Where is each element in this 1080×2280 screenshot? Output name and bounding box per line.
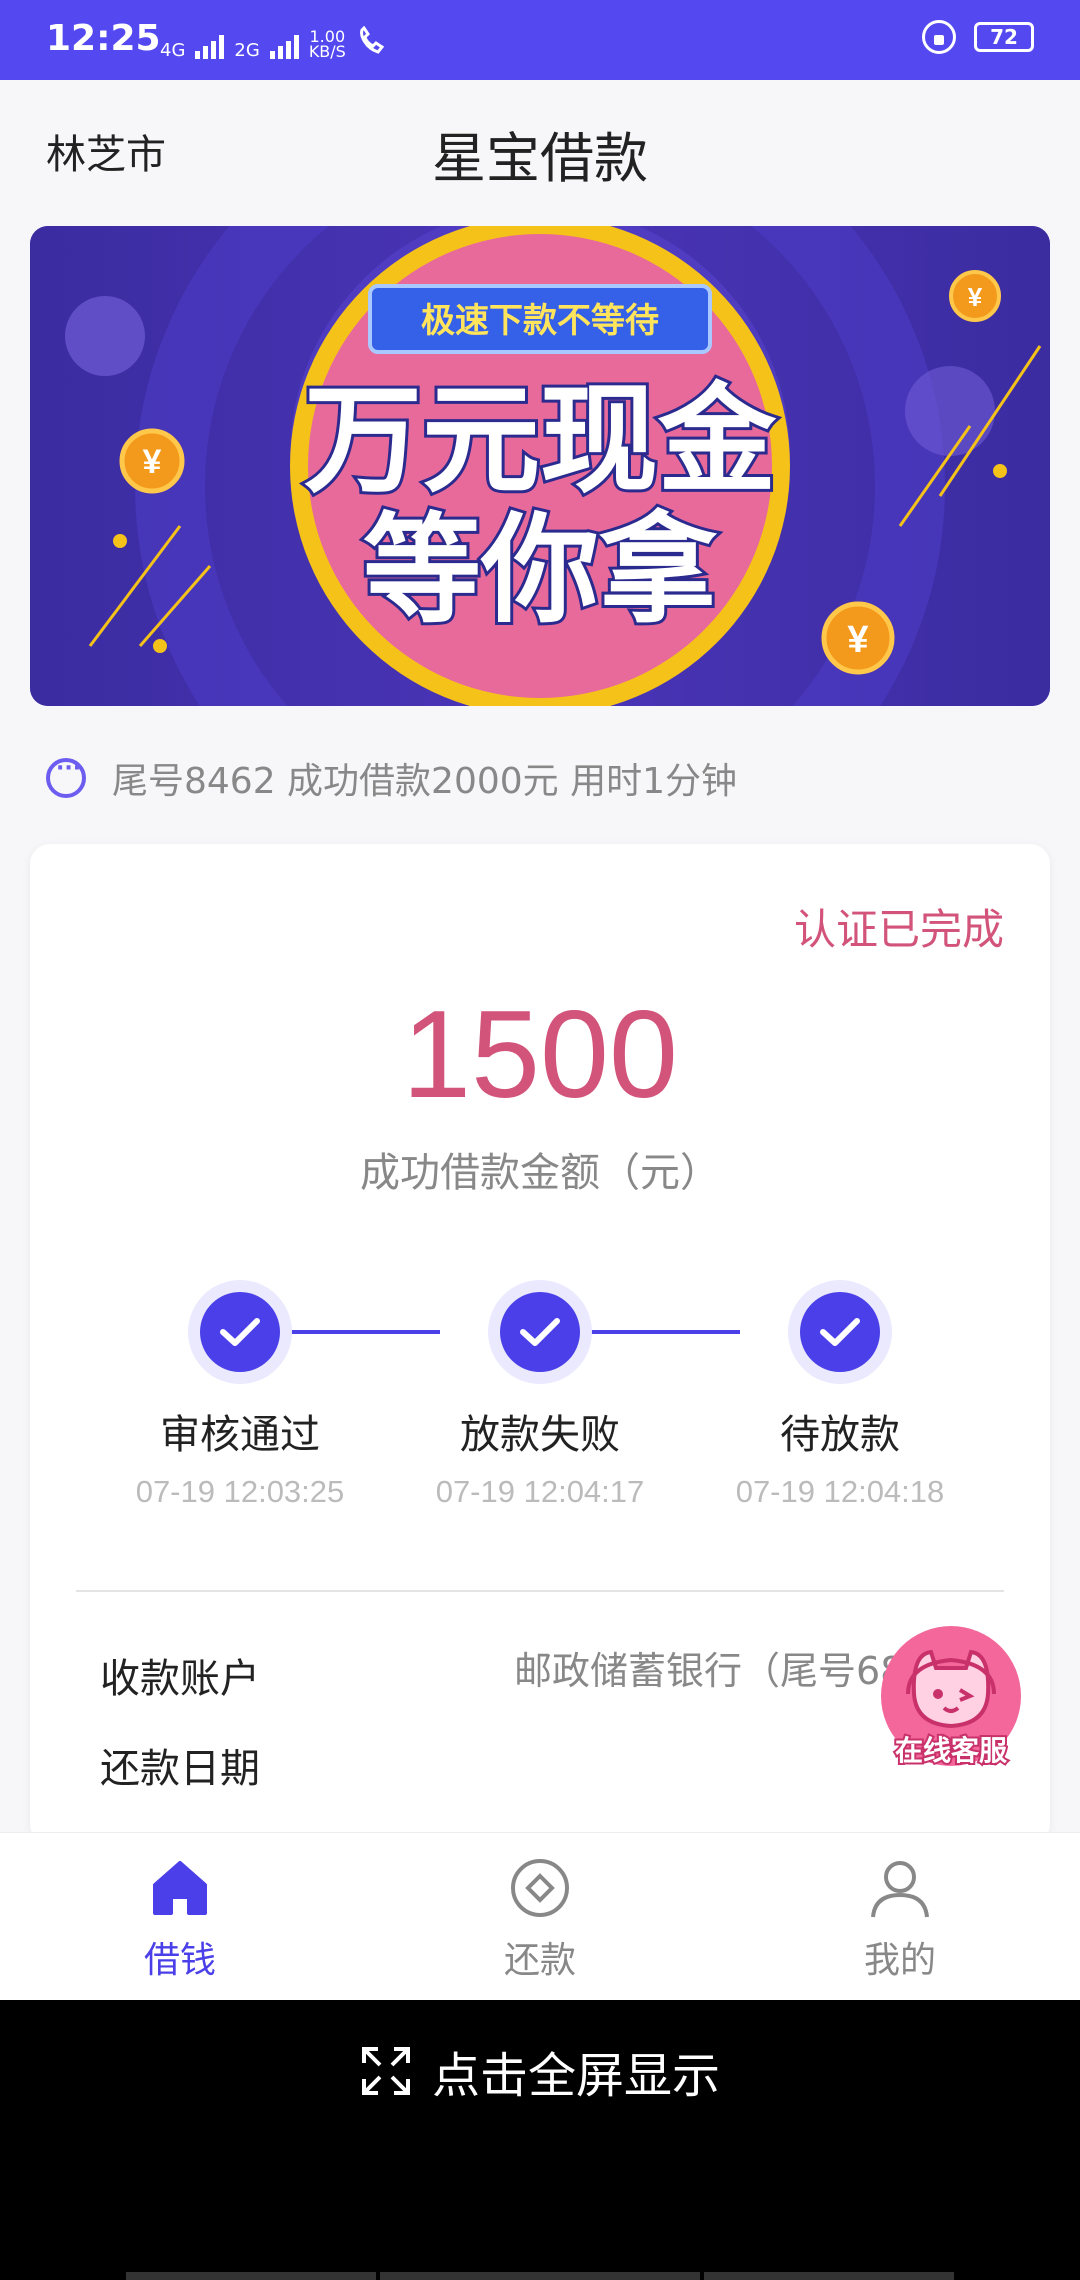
banner-deco-dot-2 [153, 639, 167, 653]
banner-deco-dot [113, 534, 127, 548]
network-indicators: 4G 2G 1.00 KB/S [160, 25, 390, 61]
loan-amount: 1500 [402, 986, 678, 1124]
coin-icon-2: ¥ [949, 270, 1001, 322]
step-review: 审核通过 07-19 12:03:25 [90, 1280, 390, 1510]
app-header: 林芝市 星宝借款 [0, 80, 1080, 220]
tab-label: 我的 [863, 1940, 936, 1981]
progress-steps: 审核通过 07-19 12:03:25 放款失败 07-19 12:04:17 … [30, 1280, 1050, 1520]
svg-text:¥: ¥ [847, 619, 868, 661]
svg-text:¥: ¥ [143, 443, 162, 481]
step-disburse: 放款失败 07-19 12:04:17 [390, 1280, 690, 1510]
page-title: 星宝借款 [432, 127, 648, 190]
banner-headline-2: 等你拿 [363, 501, 718, 639]
nav-gesture-bar-2 [380, 2272, 700, 2280]
account-label: 收款账户 [100, 1656, 260, 1702]
tab-label: 借钱 [143, 1940, 216, 1981]
loan-notice: 尾号8462 成功借款2000元 用时1分钟 [46, 748, 737, 808]
step-time: 07-19 12:04:18 [735, 1474, 945, 1509]
tab-label: 还款 [503, 1940, 576, 1981]
banner-deco-circle-2 [905, 366, 995, 456]
net-speed-unit: KB/S [308, 42, 346, 61]
banner-tagline: 极速下款不等待 [421, 301, 659, 341]
step-pending: 待放款 07-19 12:04:18 [690, 1280, 990, 1510]
coin-icon: ¥ [119, 428, 185, 494]
network-2g-label: 2G [234, 40, 260, 61]
check-icon [800, 1292, 880, 1372]
step-label: 审核通过 [160, 1412, 320, 1458]
verification-status: 认证已完成 [793, 905, 1004, 954]
tab-borrow[interactable]: 借钱 [80, 1857, 280, 1983]
svg-text:¥: ¥ [968, 282, 983, 312]
banner-headline-1: 万元现金 [304, 371, 777, 509]
home-icon [153, 1861, 207, 1915]
banner-tagline-ribbon: 极速下款不等待 [368, 284, 712, 354]
repay-icon [511, 1859, 569, 1917]
tab-repay[interactable]: 还款 [440, 1857, 640, 1983]
card-divider [76, 1590, 1004, 1592]
call-icon [356, 25, 390, 59]
fullscreen-label: 点击全屏显示 [431, 2048, 720, 2104]
nav-gesture-bar-3 [704, 2272, 954, 2280]
customer-service-button[interactable]: 在线客服 [876, 1624, 1026, 1774]
message-icon [46, 756, 86, 798]
tab-mine[interactable]: 我的 [800, 1857, 1000, 1983]
status-bar: 12:25 4G 2G 1.00 KB/S 72 [0, 0, 1080, 80]
banner-deco-dot-3 [993, 464, 1007, 478]
nav-gesture-bar [126, 2272, 376, 2280]
check-icon [200, 1292, 280, 1372]
step-time: 07-19 12:03:25 [135, 1474, 345, 1509]
battery-icon: 72 [974, 22, 1034, 52]
net-speed: 1.00 KB/S [308, 29, 346, 61]
user-icon [871, 1861, 929, 1918]
check-icon [500, 1292, 580, 1372]
signal-icon-2 [269, 35, 299, 59]
rotation-lock-icon [922, 20, 956, 54]
repay-date-label: 还款日期 [100, 1746, 260, 1792]
loan-amount-label: 成功借款金额（元） [360, 1150, 720, 1196]
bottom-tab-bar: 借钱 还款 我的 [0, 1832, 1080, 2000]
step-time: 07-19 12:04:17 [435, 1474, 645, 1509]
banner-deco-circle [65, 296, 145, 376]
expand-icon [361, 2047, 410, 2095]
signal-icon [195, 35, 225, 59]
step-label: 放款失败 [460, 1412, 620, 1458]
cs-label: 在线客服 [895, 1734, 1008, 1767]
notice-text: 尾号8462 成功借款2000元 用时1分钟 [112, 761, 738, 802]
promo-banner[interactable]: ¥ ¥ ¥ 极速下款不等待 万元现金 等你拿 [30, 226, 1050, 706]
step-label: 待放款 [780, 1412, 900, 1458]
coin-icon-3: ¥ [821, 601, 895, 675]
fullscreen-button[interactable]: 点击全屏显示 [0, 2036, 1080, 2106]
account-value: 邮政储蓄银行（尾号68 [514, 1649, 905, 1693]
network-4g-label: 4G [160, 40, 186, 61]
fullscreen-overlay: 点击全屏显示 [0, 2000, 1080, 2280]
status-time: 12:25 [46, 18, 161, 59]
